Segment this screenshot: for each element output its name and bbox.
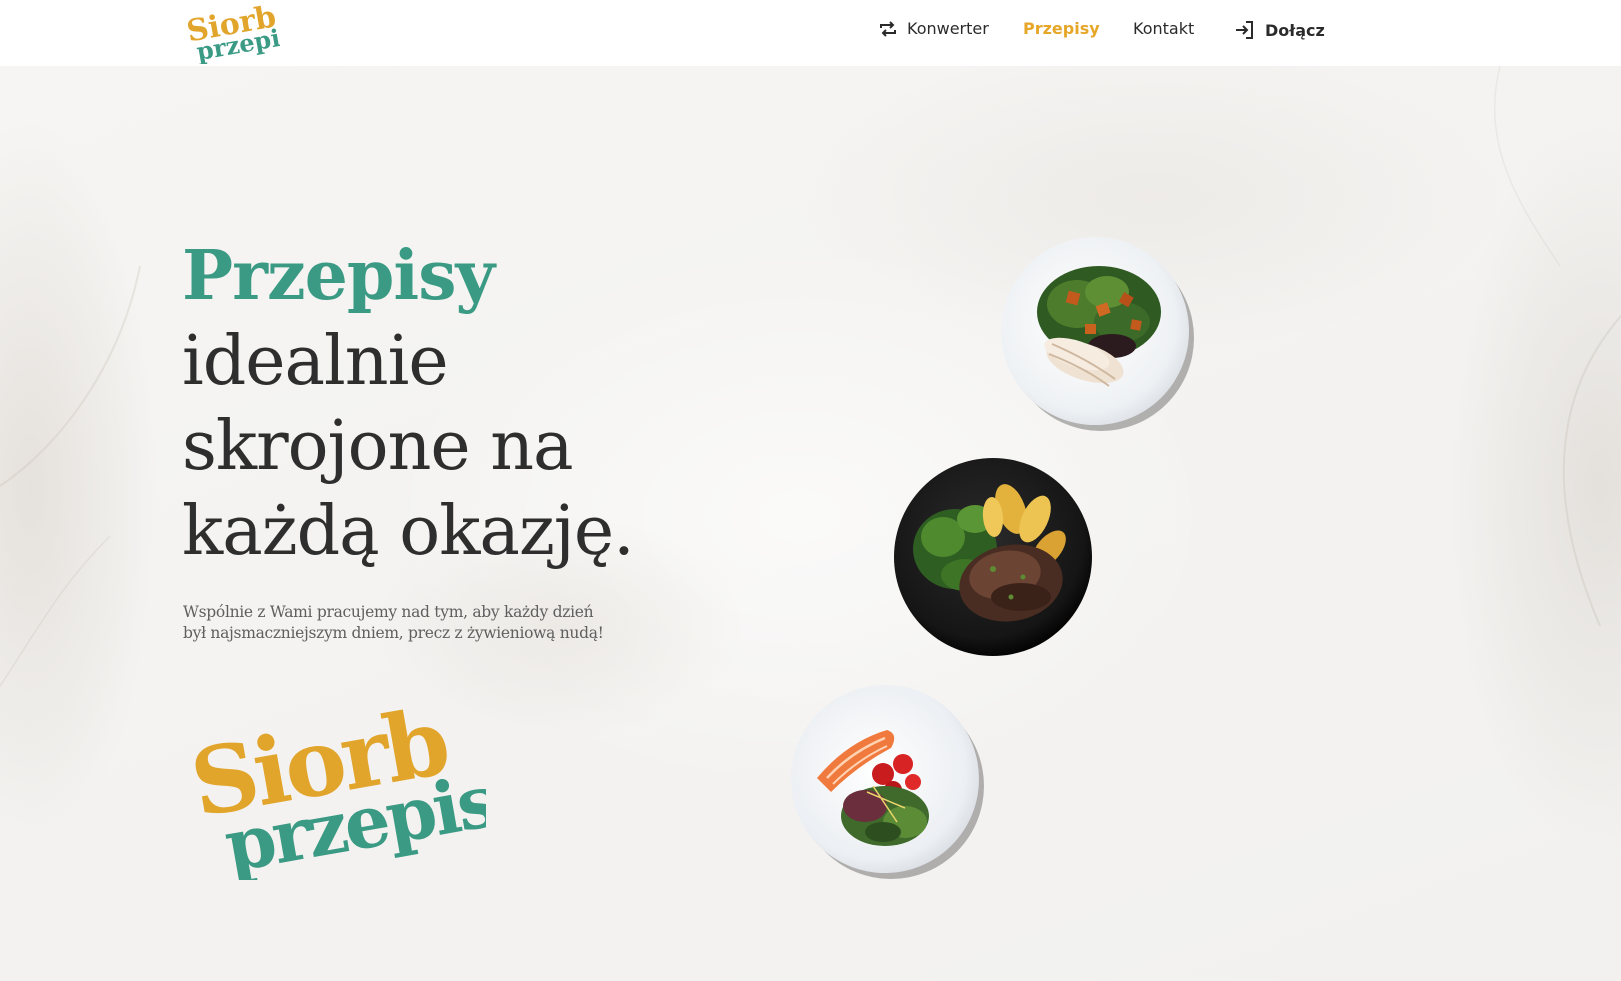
repeat-icon: [878, 20, 898, 38]
hero-title-line-2: skrojone na: [182, 407, 574, 486]
hero-title-accent: Przepisy: [182, 236, 495, 316]
sign-in-icon: [1234, 19, 1256, 41]
salad-with-chicken-plate: [997, 234, 1197, 434]
nav-contact[interactable]: Kontakt: [1133, 19, 1194, 38]
nav-recipes[interactable]: Przepisy: [1023, 19, 1100, 38]
nav-join-label: Dołącz: [1265, 20, 1325, 40]
salmon-with-salad-plate: [787, 682, 987, 882]
site-header: Siorb przepisy Konwerter Przepisy Kontak…: [0, 0, 1621, 66]
nav-contact-label: Kontakt: [1133, 19, 1195, 38]
nav-join[interactable]: Dołącz: [1234, 19, 1325, 41]
nav-converter[interactable]: Konwerter: [878, 19, 989, 38]
steak-with-potatoes-plate: [893, 457, 1093, 657]
main-nav: Konwerter Przepisy Kontakt Dołącz: [0, 0, 1621, 62]
hero-subtitle: Wspólnie z Wami pracujemy nad tym, aby k…: [183, 603, 604, 642]
hero-title: Przepisy idealnie skrojone na każdą okaz…: [182, 234, 682, 574]
hero-title-line-1: idealnie: [182, 322, 449, 401]
nav-recipes-label: Przepisy: [1023, 19, 1100, 38]
hero-title-line-3: każdą okazję.: [182, 492, 635, 571]
nav-converter-label: Konwerter: [907, 19, 989, 38]
hero-logo: Siorb przepisy: [183, 680, 544, 888]
